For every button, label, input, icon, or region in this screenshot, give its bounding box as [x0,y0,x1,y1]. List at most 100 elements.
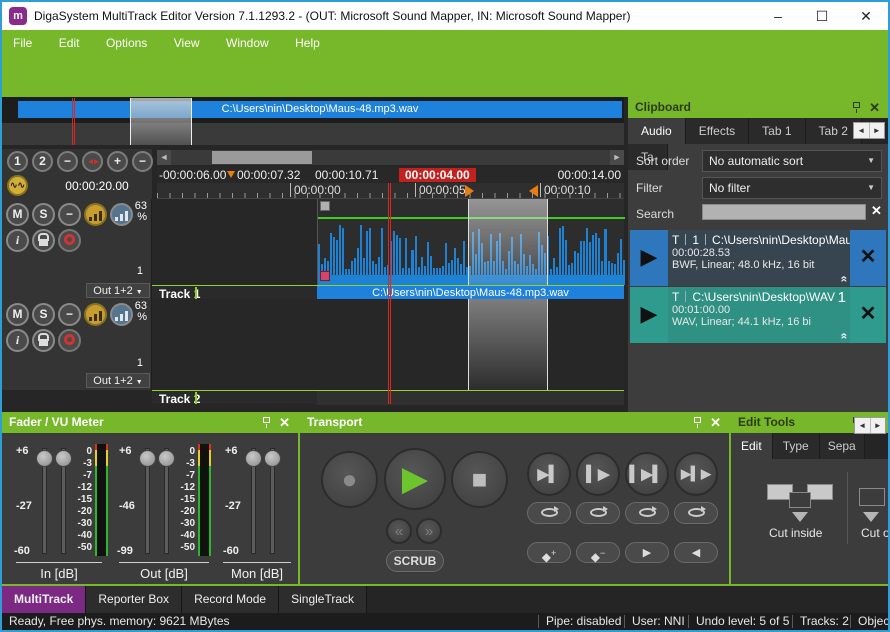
track2-meter-gold-button[interactable] [84,303,107,326]
maximize-button[interactable]: ☐ [800,2,844,30]
sort-order-select[interactable]: No automatic sort▼ [702,150,882,172]
filter-select[interactable]: No filter▼ [702,177,882,199]
tab-effects[interactable]: Effects [686,118,749,144]
in-fader-right-knob[interactable] [55,450,72,467]
search-input[interactable] [702,204,866,220]
track1-output-select[interactable]: Out 1+2 ▼ [86,283,150,298]
zoom-out-button[interactable]: − [132,151,153,172]
zoom-preset-2-button[interactable]: 2 [32,151,53,172]
record-button[interactable]: ● [321,451,378,508]
tab-scroll-arrows[interactable]: ◄► [853,122,885,139]
mon-fader-right-knob[interactable] [264,450,281,467]
zoom-preset-1-button[interactable]: 1 [7,151,28,172]
play-to-mark-button[interactable]: ▶▍ [527,452,571,496]
tab-type[interactable]: Type [773,433,820,459]
menu-options[interactable]: Options [95,30,158,50]
stop-button[interactable]: ■ [451,451,508,508]
track1-meter-gold-button[interactable] [84,203,107,226]
scroll-right-icon[interactable]: ► [610,150,624,165]
remove-marker-button[interactable]: ◆− [576,542,620,563]
track2-lock-button[interactable] [32,329,55,352]
cut-inside-icon[interactable] [767,484,833,530]
selection-region-track1[interactable] [468,199,548,285]
add-marker-button[interactable]: ◆+ [527,542,571,563]
track2-solo-button[interactable]: S [32,303,55,326]
rewind-button[interactable]: « [386,518,412,544]
pin-icon[interactable] [263,417,270,423]
out-fader-right-knob[interactable] [158,450,175,467]
loop-1-button[interactable] [527,502,571,524]
tab-scroll-left-icon[interactable]: ◄ [854,123,870,138]
minimize-button[interactable]: – [756,2,800,30]
track1-minimize-button[interactable]: − [58,203,81,226]
track2-output-select[interactable]: Out 1+2 ▼ [86,373,150,388]
play-selection-button[interactable]: ▍▶▍ [625,452,669,496]
track2-mute-button[interactable]: M [6,303,29,326]
menu-help[interactable]: Help [284,30,331,50]
out-fader-left-knob[interactable] [139,450,156,467]
playhead[interactable] [388,183,391,404]
zoom-to-selection-button[interactable]: ◄► [82,151,103,172]
tab-scroll-right-icon[interactable]: ► [870,123,885,138]
play-button[interactable]: ▶ [384,448,446,510]
track1-record-button[interactable] [58,229,81,252]
tab-1[interactable]: Tab 1 [749,118,805,144]
menu-file[interactable]: File [2,30,43,50]
scrub-button[interactable]: SCRUB [386,550,444,572]
tab-audio[interactable]: Audio [628,118,686,144]
track2-meter-blue-button[interactable] [110,303,133,326]
search-clear-icon[interactable]: ✕ [871,203,882,219]
object-top-handle[interactable] [320,201,330,211]
pin-icon[interactable] [694,417,701,423]
cut-outside-icon[interactable] [859,484,890,530]
waveform-zoom-button[interactable]: ∿∿ [7,175,28,196]
clip2-play-button[interactable]: ▶ [630,287,668,343]
track1-mute-button[interactable]: M [6,203,29,226]
close-panel-icon[interactable]: ✕ [869,97,880,118]
close-button[interactable]: ✕ [844,2,888,30]
in-fader-left-knob[interactable] [36,450,53,467]
object-bottom-handle[interactable] [320,271,330,281]
tab-reporter-box[interactable]: Reporter Box [86,586,182,613]
loop-3-button[interactable] [625,502,669,524]
menu-view[interactable]: View [163,30,211,50]
track1-clip-label[interactable]: C:\Users\nin\Desktop\Maus-48.mp3.wav [317,286,624,300]
mark-in-marker[interactable] [465,185,474,197]
mon-fader-left-knob[interactable] [245,450,262,467]
loop-2-button[interactable] [576,502,620,524]
forward-button[interactable]: » [416,518,442,544]
tab-edit[interactable]: Edit [731,433,773,459]
play-from-mark-button[interactable]: ▍▶ [576,452,620,496]
scroll-left-icon[interactable]: ◄ [157,150,171,165]
clipboard-item[interactable]: ▶ TC:\Users\nin\Desktop\WAV1 00:01:00.00… [630,287,886,343]
track1-solo-button[interactable]: S [32,203,55,226]
selection-region-track2[interactable] [468,299,548,390]
zoom-in-button[interactable]: + [107,151,128,172]
scrollbar-thumb[interactable] [212,151,312,164]
track1-info-button[interactable]: i [6,229,29,252]
tab-scroll-right-icon[interactable]: ► [871,418,886,433]
timeline-scrollbar[interactable]: ◄ ► [157,150,624,165]
tab-scroll-arrows[interactable]: ◄► [854,417,886,434]
close-panel-icon[interactable]: ✕ [710,412,721,433]
panel-divider[interactable] [298,412,300,584]
mark-out-marker[interactable] [529,185,538,197]
tab-separate[interactable]: Sepa [820,433,865,459]
menu-window[interactable]: Window [215,30,280,50]
clipboard-item[interactable]: ▶ T1C:\Users\nin\Desktop\Mau 00:00:28.53… [630,230,886,286]
zoom-minus-button[interactable]: − [57,151,78,172]
track2-info-button[interactable]: i [6,329,29,352]
track2-record-button[interactable] [58,329,81,352]
overview-clip-bar[interactable]: C:\Users\nin\Desktop\Maus-48.mp3.wav [18,101,622,118]
tab-multitrack[interactable]: MultiTrack [2,586,86,613]
tab-singletrack[interactable]: SingleTrack [279,586,367,613]
pin-icon[interactable] [853,102,860,108]
loop-4-button[interactable] [674,502,718,524]
track1-lock-button[interactable] [32,229,55,252]
clip2-expand-icon[interactable]: « [838,333,850,340]
track1-meter-blue-button[interactable] [110,203,133,226]
overview-viewport[interactable] [130,98,192,145]
track2-minimize-button[interactable]: − [58,303,81,326]
clip1-play-button[interactable]: ▶ [630,230,668,286]
close-panel-icon[interactable]: ✕ [279,412,290,433]
